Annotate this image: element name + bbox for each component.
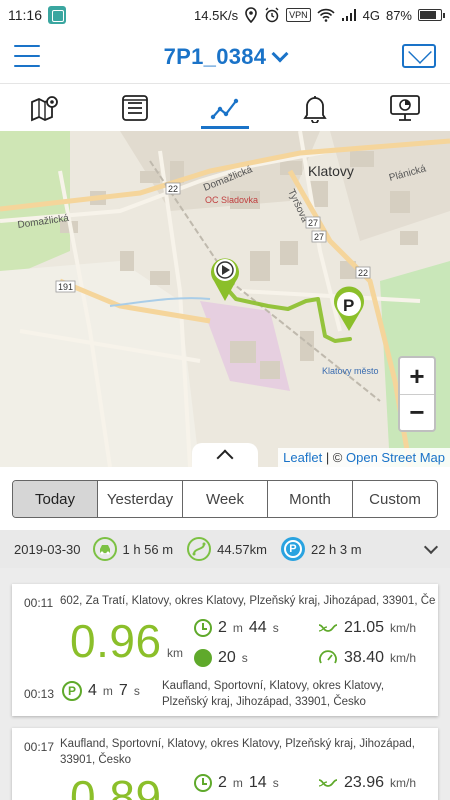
summary-drive-time: 1 h 56 m bbox=[92, 537, 174, 561]
road-number-22-b: 22 bbox=[358, 268, 368, 278]
map-canvas: Domažlická Domažlická Klatovy OC Sladovk… bbox=[0, 131, 450, 467]
trip-start-address: Kaufland, Sportovní, Klatovy, okres Klat… bbox=[60, 738, 415, 766]
trip-duration: 2 m 44 s bbox=[194, 619, 279, 637]
network-type: 4G bbox=[362, 7, 380, 23]
summary-distance-value: 44.57km bbox=[217, 541, 267, 557]
period-selector: Today Yesterday Week Month Custom bbox=[12, 480, 438, 518]
monitor-icon bbox=[390, 95, 420, 121]
device-selector[interactable]: 7P1_0384 bbox=[163, 43, 289, 70]
trip-list[interactable]: 00:11 602, Za Tratí, Klatovy, okres Klat… bbox=[0, 568, 450, 800]
trip-duration: 2 m 14 s bbox=[194, 774, 279, 792]
speed-wave-icon bbox=[318, 779, 338, 787]
battery-icon bbox=[418, 9, 445, 21]
osm-link[interactable]: Open Street Map bbox=[346, 450, 445, 465]
trip-avg-speed: 21.05 km/h bbox=[318, 619, 416, 637]
mail-icon[interactable] bbox=[402, 44, 436, 68]
clock-icon bbox=[194, 619, 212, 637]
map-view[interactable]: Domažlická Domažlická Klatovy OC Sladovk… bbox=[0, 131, 450, 467]
period-month[interactable]: Month bbox=[267, 481, 352, 517]
trip-max-speed: 38.40 km/h bbox=[318, 649, 416, 667]
wifi-icon bbox=[317, 8, 335, 22]
tab-route-chart[interactable] bbox=[195, 85, 255, 131]
battery-percent: 87% bbox=[385, 7, 412, 23]
status-time: 11:16 bbox=[8, 7, 42, 23]
trip-start-address: 602, Za Tratí, Klatovy, okres Klatovy, P… bbox=[60, 595, 436, 607]
road-number-191: 191 bbox=[58, 282, 73, 292]
road-number-22: 22 bbox=[168, 184, 178, 194]
idle-icon bbox=[194, 649, 212, 667]
route-icon bbox=[187, 537, 212, 561]
speedometer-icon bbox=[319, 650, 337, 664]
trip-end-address: Kaufland, Sportovní, Klatovy, okres Klat… bbox=[162, 680, 385, 708]
screenshot-app-icon bbox=[48, 6, 66, 24]
chevron-down-icon bbox=[271, 45, 289, 62]
period-selector-area: Today Yesterday Week Month Custom bbox=[0, 467, 450, 530]
route-chart-icon bbox=[210, 98, 239, 120]
chevron-up-icon bbox=[216, 449, 234, 467]
zoom-control: + − bbox=[398, 356, 436, 432]
zoom-in-button[interactable]: + bbox=[400, 358, 434, 394]
car-icon bbox=[92, 537, 117, 561]
hamburger-menu-icon[interactable] bbox=[14, 45, 40, 67]
list-icon bbox=[122, 95, 148, 121]
tab-list[interactable] bbox=[105, 85, 165, 131]
trip-distance: 0.96 bbox=[70, 615, 162, 667]
map-icon bbox=[31, 96, 58, 122]
period-today[interactable]: Today bbox=[13, 481, 97, 517]
clock-icon bbox=[194, 774, 212, 792]
trip-distance: 0.89 bbox=[70, 771, 162, 800]
trip-start-time: 00:17 bbox=[24, 740, 55, 754]
network-speed: 14.5K/s bbox=[194, 7, 239, 23]
day-summary[interactable]: 2019-03-30 1 h 56 m 44.57km P 22 h 3 m bbox=[0, 530, 450, 568]
vpn-badge: VPN bbox=[286, 8, 311, 22]
period-yesterday[interactable]: Yesterday bbox=[97, 481, 182, 517]
parking-icon: P bbox=[62, 681, 82, 701]
parking-icon: P bbox=[280, 537, 305, 561]
map-attribution: Leaflet | © Open Street Map bbox=[278, 448, 450, 467]
tab-bar bbox=[0, 85, 450, 131]
trip-start-time: 00:11 bbox=[24, 596, 54, 610]
summary-distance: 44.57km bbox=[187, 537, 267, 561]
period-custom[interactable]: Custom bbox=[352, 481, 437, 517]
summary-park-time: P 22 h 3 m bbox=[280, 537, 362, 561]
trip-card[interactable]: 00:11 602, Za Tratí, Klatovy, okres Klat… bbox=[12, 584, 438, 716]
alarm-icon bbox=[265, 7, 279, 23]
map-collapse-button[interactable] bbox=[192, 443, 258, 467]
summary-drive-time-value: 1 h 56 m bbox=[122, 541, 174, 557]
speed-wave-icon bbox=[318, 624, 338, 632]
trip-park-duration: P 4m7s bbox=[62, 681, 140, 701]
chevron-down-icon[interactable] bbox=[423, 539, 439, 554]
app-header: 7P1_0384 bbox=[0, 30, 450, 84]
road-number-27: 27 bbox=[308, 218, 318, 228]
status-bar: 11:16 14.5K/s VPN 4G 87% bbox=[0, 0, 450, 30]
period-week[interactable]: Week bbox=[182, 481, 267, 517]
trip-card[interactable]: 00:17 Kaufland, Sportovní, Klatovy, okre… bbox=[12, 728, 438, 800]
map-label-klatovy: Klatovy bbox=[308, 163, 354, 179]
trip-end-time: 00:13 bbox=[24, 687, 55, 701]
tab-dashboard[interactable] bbox=[375, 85, 435, 131]
tab-map[interactable] bbox=[15, 85, 75, 131]
tab-alerts[interactable] bbox=[285, 85, 345, 131]
zoom-out-button[interactable]: − bbox=[400, 394, 434, 430]
summary-date: 2019-03-30 bbox=[14, 541, 81, 557]
bell-icon bbox=[303, 96, 327, 123]
map-label-oc-sladovka: OC Sladovka bbox=[205, 195, 258, 205]
leaflet-link[interactable]: Leaflet bbox=[283, 450, 322, 465]
road-number-27-b: 27 bbox=[314, 232, 324, 242]
attribution-separator: | © bbox=[322, 450, 346, 465]
trip-idle: 20 s bbox=[194, 649, 248, 667]
signal-icon bbox=[341, 9, 356, 21]
device-title: 7P1_0384 bbox=[163, 43, 267, 69]
trip-distance-unit: km bbox=[167, 646, 183, 660]
location-icon bbox=[245, 7, 257, 23]
map-label-klatovy-mesto: Klatovy město bbox=[322, 366, 379, 376]
trip-avg-speed: 23.96 km/h bbox=[318, 774, 416, 792]
parking-marker-label: P bbox=[343, 296, 354, 315]
summary-park-time-value: 22 h 3 m bbox=[310, 541, 362, 557]
